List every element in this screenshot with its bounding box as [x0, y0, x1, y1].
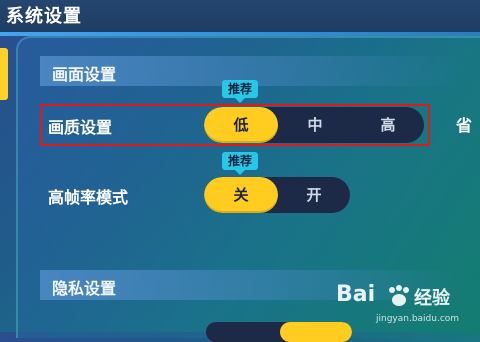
graphics-quality-selector[interactable]: 低 中 高 [204, 107, 424, 143]
recommended-badge: 推荐 [222, 152, 259, 175]
quality-option-low[interactable]: 低 [204, 107, 278, 143]
quality-option-medium[interactable]: 中 [278, 107, 352, 143]
baidu-watermark: Bai 经验 [336, 282, 476, 312]
partial-setting-label: 省 [456, 116, 473, 135]
privacy-toggle-selected [280, 322, 352, 342]
watermark-url: jingyan.baidu.com [376, 314, 460, 324]
watermark-brand: Bai [336, 282, 376, 307]
quality-option-high[interactable]: 高 [352, 107, 424, 143]
graphics-quality-label: 画质设置 [48, 118, 113, 137]
high-fps-toggle[interactable]: 关 开 [204, 177, 350, 213]
watermark-brand-suffix: 经验 [414, 288, 450, 309]
page-title: 系统设置 [6, 6, 82, 27]
active-category-indicator[interactable] [0, 48, 8, 100]
section-label: 画面设置 [52, 65, 117, 84]
section-label: 隐私设置 [52, 279, 117, 298]
high-fps-label: 高帧率模式 [48, 188, 129, 207]
fps-option-off[interactable]: 关 [204, 177, 278, 213]
recommended-badge: 推荐 [222, 80, 259, 103]
fps-option-on[interactable]: 开 [278, 177, 350, 213]
paw-icon [389, 285, 409, 306]
privacy-toggle[interactable] [206, 322, 352, 342]
title-bar: 系统设置 [0, 0, 480, 32]
